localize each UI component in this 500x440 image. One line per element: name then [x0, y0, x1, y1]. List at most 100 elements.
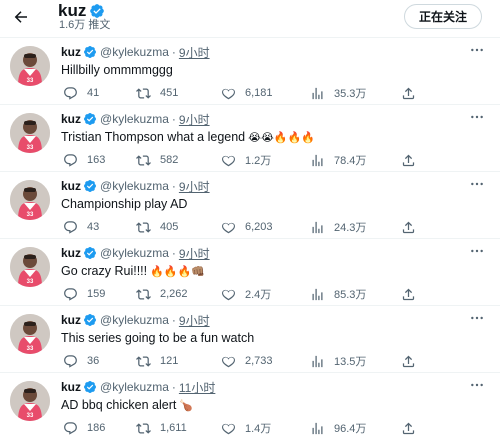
tweet[interactable]: 33 kuz @kylekuzma · 9小时 Hillbilly ommmmg… — [0, 37, 500, 104]
retweet-button[interactable]: 451 — [135, 84, 178, 102]
views-button[interactable]: 13.5万 — [309, 352, 366, 370]
tweet-actions: 36 121 2,733 13.5万 — [0, 352, 500, 370]
views-button[interactable]: 85.3万 — [309, 285, 366, 303]
tweet-body: AD bbq chicken alert — [61, 398, 177, 412]
tweet-timestamp[interactable]: 9小时 — [179, 44, 210, 61]
reply-count: 186 — [87, 422, 106, 434]
following-button[interactable]: 正在关注 — [404, 4, 482, 29]
avatar[interactable]: 33 — [10, 46, 50, 86]
retweet-count: 2,262 — [160, 288, 188, 300]
share-button[interactable] — [400, 151, 425, 169]
views-chart-icon — [309, 420, 325, 436]
author-handle[interactable]: @kylekuzma — [100, 246, 169, 260]
like-button[interactable]: 6,203 — [220, 218, 273, 236]
views-button[interactable]: 24.3万 — [309, 218, 366, 236]
tweet-body: This series going to be a fun watch — [61, 331, 255, 345]
tweet-text: Tristian Thompson what a legend 😭😭🔥🔥🔥 — [61, 129, 315, 146]
author-name[interactable]: kuz — [61, 179, 81, 193]
avatar[interactable]: 33 — [10, 180, 50, 220]
share-button[interactable] — [400, 218, 425, 236]
verified-badge-icon — [83, 246, 97, 260]
view-count: 13.5万 — [334, 356, 367, 368]
view-count: 35.3万 — [334, 88, 367, 100]
reply-button[interactable]: 41 — [62, 84, 99, 102]
reply-count: 36 — [87, 355, 100, 367]
retweet-icon — [135, 420, 151, 436]
avatar[interactable]: 33 — [10, 247, 50, 287]
tweet-text: Hillbilly ommmmggg — [61, 62, 176, 79]
like-button[interactable]: 2.4万 — [220, 285, 271, 303]
tweet-actions: 186 1,611 1.4万 96.4万 — [0, 419, 500, 437]
tweet-timestamp[interactable]: 9小时 — [179, 245, 210, 262]
share-button[interactable] — [400, 419, 425, 437]
author-name[interactable]: kuz — [61, 246, 81, 260]
heart-icon — [220, 286, 236, 302]
back-arrow-icon[interactable] — [10, 6, 32, 28]
avatar[interactable]: 33 — [10, 381, 50, 421]
avatar[interactable]: 33 — [10, 314, 50, 354]
tweet[interactable]: 33 kuz @kylekuzma · 9小时 Tristian Thompso… — [0, 104, 500, 171]
views-button[interactable]: 78.4万 — [309, 151, 366, 169]
like-button[interactable]: 1.2万 — [220, 151, 271, 169]
separator-dot: · — [171, 179, 176, 193]
retweet-button[interactable]: 405 — [135, 218, 178, 236]
verified-badge-icon — [83, 112, 97, 126]
heart-icon — [220, 85, 236, 101]
avatar[interactable]: 33 — [10, 113, 50, 153]
like-button[interactable]: 1.4万 — [220, 419, 271, 437]
tweet[interactable]: 33 kuz @kylekuzma · 11小时 AD bbq chicken … — [0, 372, 500, 439]
more-options-icon[interactable] — [466, 175, 488, 193]
share-button[interactable] — [400, 285, 425, 303]
author-name[interactable]: kuz — [61, 313, 81, 327]
author-handle[interactable]: @kylekuzma — [100, 112, 169, 126]
retweet-count: 121 — [160, 355, 179, 367]
author-handle[interactable]: @kylekuzma — [100, 313, 169, 327]
tweet[interactable]: 33 kuz @kylekuzma · 9小时 Championship pla… — [0, 171, 500, 238]
author-handle[interactable]: @kylekuzma — [100, 179, 169, 193]
like-button[interactable]: 6,181 — [220, 84, 273, 102]
author-name[interactable]: kuz — [61, 45, 81, 59]
more-options-icon[interactable] — [466, 376, 488, 394]
reply-icon — [62, 353, 78, 369]
like-count: 2,733 — [245, 355, 273, 367]
reply-button[interactable]: 186 — [62, 419, 105, 437]
retweet-button[interactable]: 582 — [135, 151, 178, 169]
reply-button[interactable]: 163 — [62, 151, 105, 169]
views-chart-icon — [309, 85, 325, 101]
views-button[interactable]: 96.4万 — [309, 419, 366, 437]
share-icon — [400, 286, 416, 302]
more-options-icon[interactable] — [466, 41, 488, 59]
tweet-timestamp[interactable]: 9小时 — [179, 178, 210, 195]
author-name[interactable]: kuz — [61, 112, 81, 126]
retweet-button[interactable]: 121 — [135, 352, 178, 370]
view-count: 96.4万 — [334, 423, 367, 435]
retweet-button[interactable]: 1,611 — [135, 419, 187, 437]
share-icon — [400, 85, 416, 101]
author-handle[interactable]: @kylekuzma — [100, 380, 169, 394]
more-options-icon[interactable] — [466, 242, 488, 260]
view-count: 78.4万 — [334, 155, 367, 167]
views-button[interactable]: 35.3万 — [309, 84, 366, 102]
more-options-icon[interactable] — [466, 108, 488, 126]
tweet-actions: 43 405 6,203 24.3万 — [0, 218, 500, 236]
tweet-body: Hillbilly ommmmggg — [61, 63, 173, 77]
tweet-timestamp[interactable]: 11小时 — [179, 379, 215, 396]
retweet-button[interactable]: 2,262 — [135, 285, 188, 303]
tweet-timestamp[interactable]: 9小时 — [179, 312, 210, 329]
reply-button[interactable]: 159 — [62, 285, 105, 303]
tweet[interactable]: 33 kuz @kylekuzma · 9小时 Go crazy Rui!!!!… — [0, 238, 500, 305]
author-name[interactable]: kuz — [61, 380, 81, 394]
tweet-actions: 159 2,262 2.4万 85.3万 — [0, 285, 500, 303]
share-button[interactable] — [400, 84, 425, 102]
reply-button[interactable]: 43 — [62, 218, 99, 236]
retweet-icon — [135, 353, 151, 369]
views-chart-icon — [309, 286, 325, 302]
like-button[interactable]: 2,733 — [220, 352, 273, 370]
tweet-timestamp[interactable]: 9小时 — [179, 111, 210, 128]
author-handle[interactable]: @kylekuzma — [100, 45, 169, 59]
reply-button[interactable]: 36 — [62, 352, 99, 370]
tweet[interactable]: 33 kuz @kylekuzma · 9小时 This series goin… — [0, 305, 500, 372]
tweet-text: This series going to be a fun watch — [61, 330, 257, 347]
more-options-icon[interactable] — [466, 309, 488, 327]
share-button[interactable] — [400, 352, 425, 370]
